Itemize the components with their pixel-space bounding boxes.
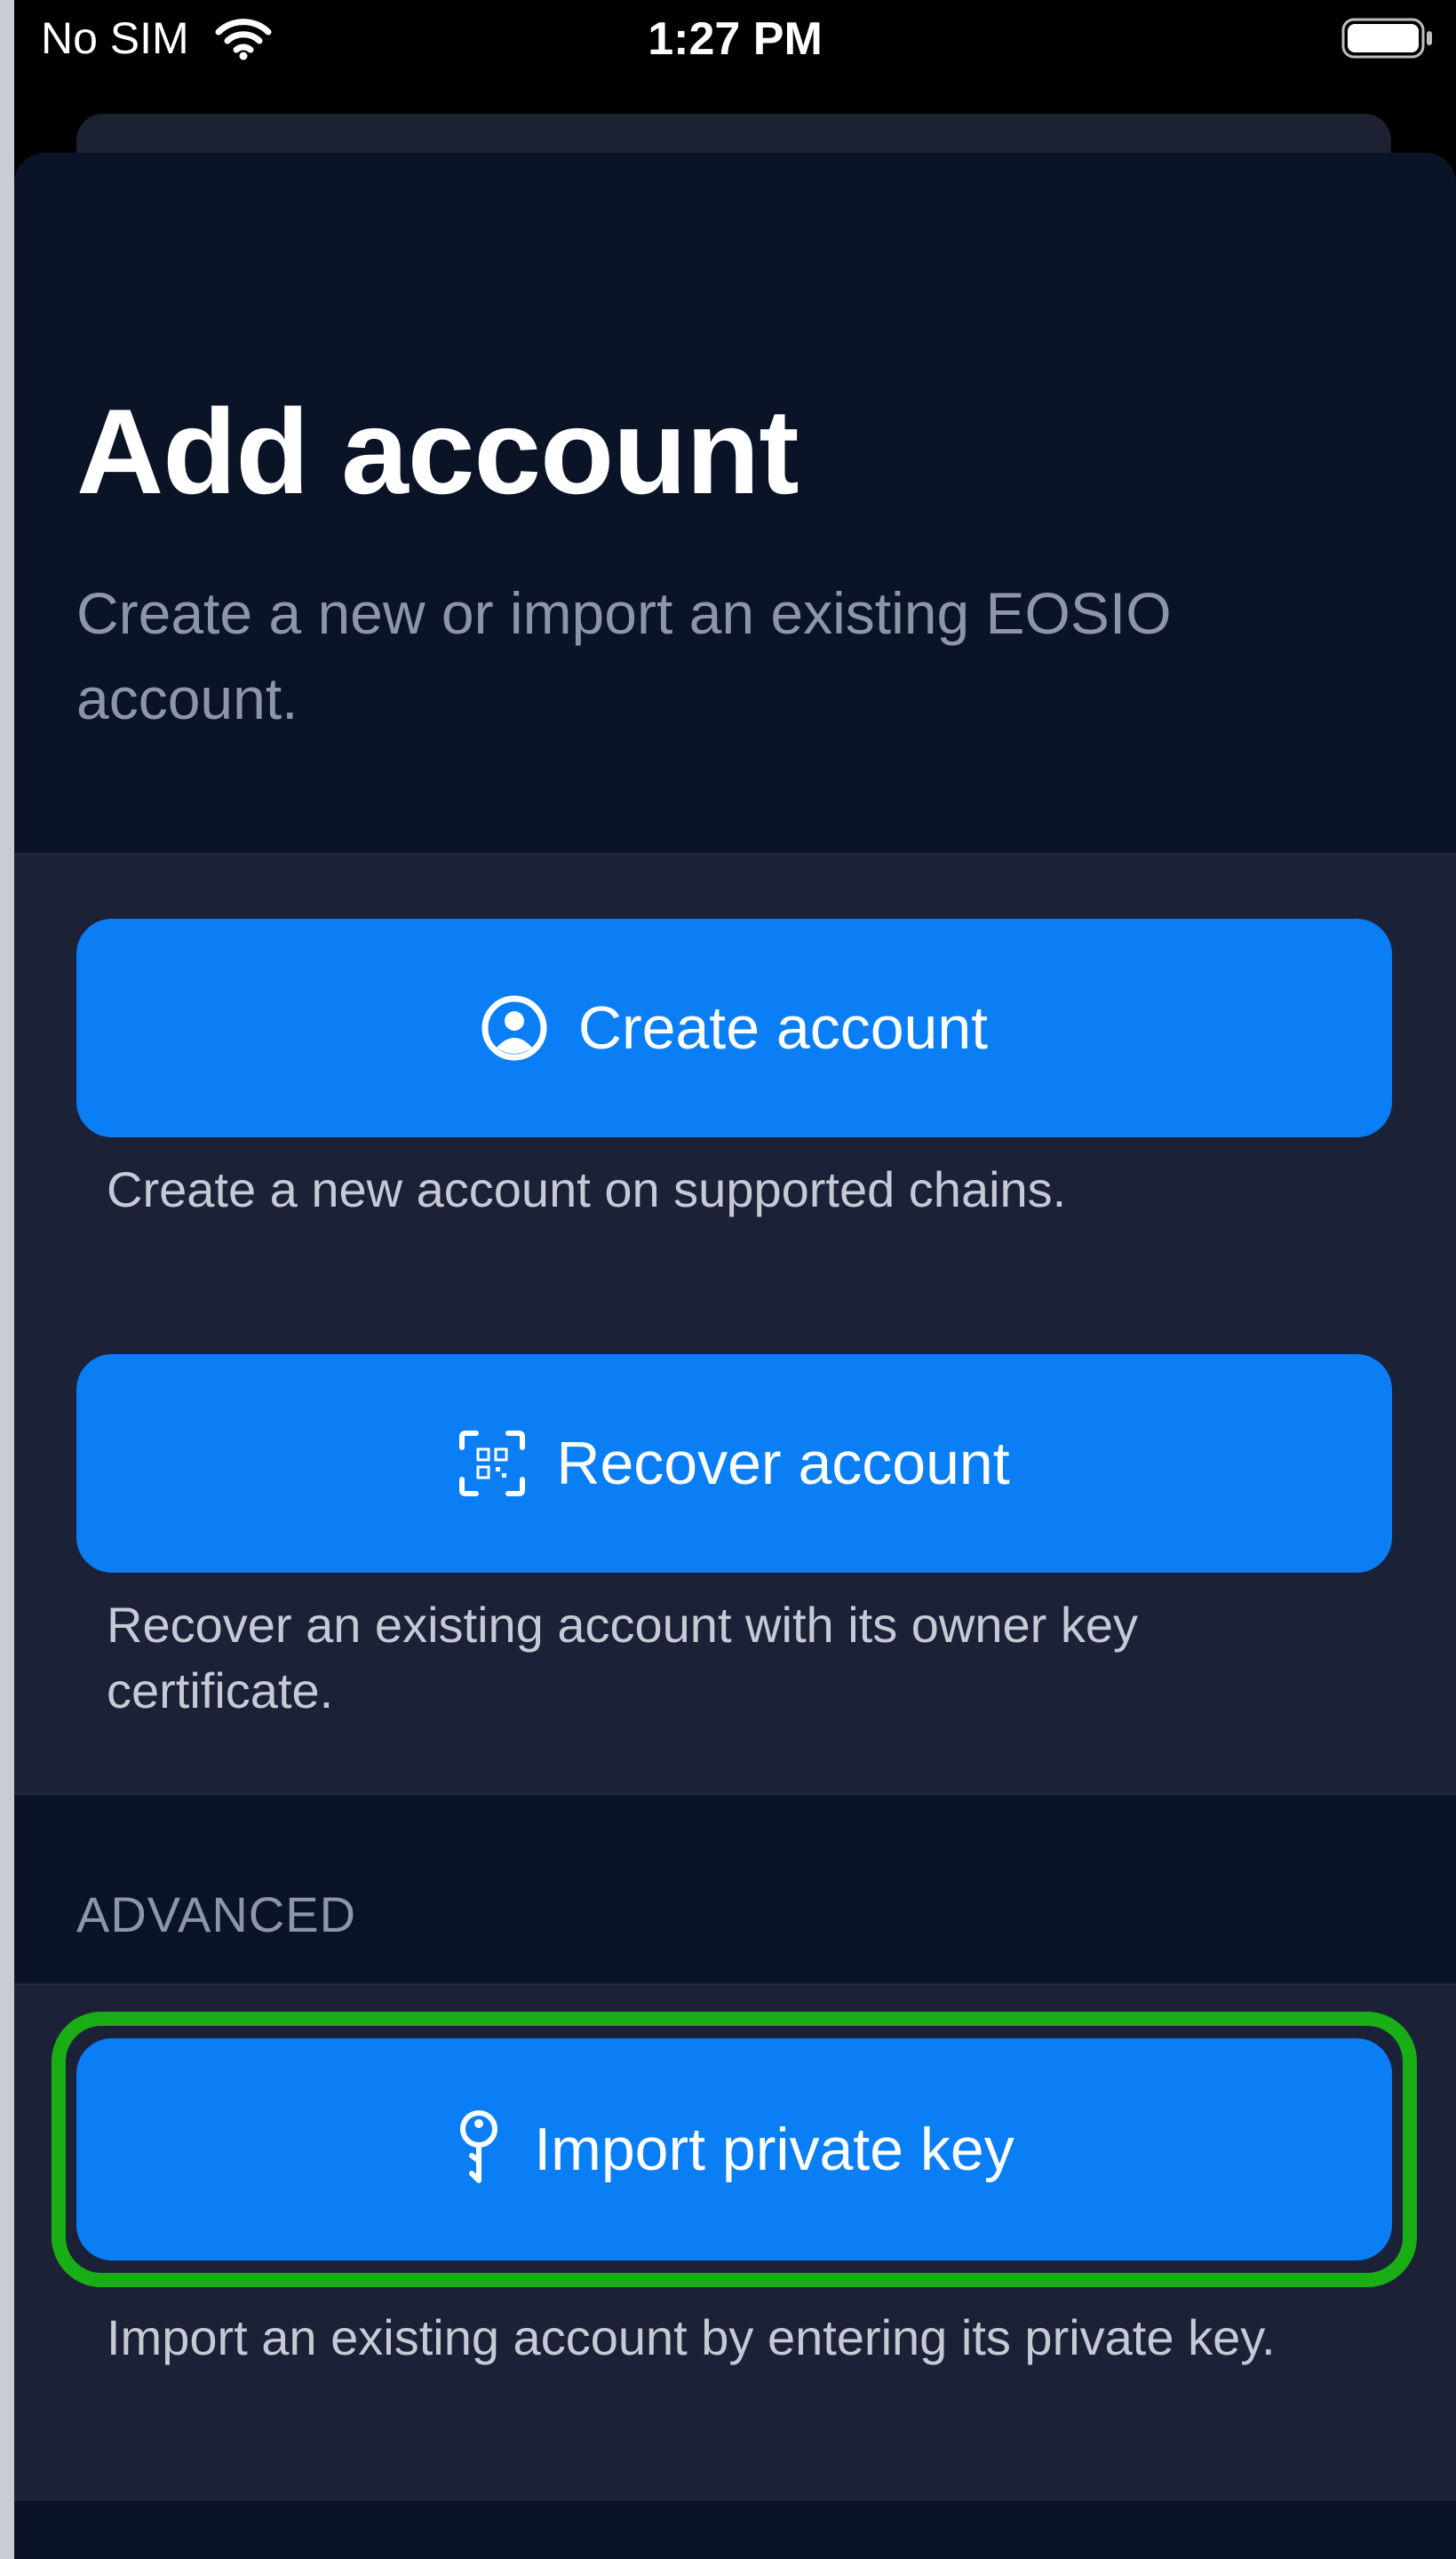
import-private-key-description: Import an existing account by entering i…	[107, 2309, 1276, 2365]
page-title: Add account	[76, 384, 800, 519]
advanced-section-header: ADVANCED	[76, 1886, 357, 1942]
add-account-sheet: Add account Create a new or import an ex…	[14, 153, 1456, 2559]
person-circle-icon	[481, 994, 548, 1062]
screen-edge	[0, 0, 14, 2559]
recover-account-label: Recover account	[556, 1430, 1010, 1497]
create-account-label: Create account	[577, 994, 989, 1062]
page-subtitle: Create a new or import an existing EOSIO…	[76, 580, 1172, 731]
primary-actions-section: Create account Create a new account on s…	[14, 853, 1456, 1795]
recover-account-description: Recover an existing account with its own…	[107, 1597, 1138, 1718]
import-private-key-button[interactable]: Import private key	[76, 2038, 1392, 2260]
key-icon	[454, 2109, 504, 2189]
create-account-button[interactable]: Create account	[76, 919, 1392, 1137]
battery-icon	[1341, 18, 1436, 63]
app-screen: No SIM 1:27 PM Add account Create a new …	[0, 0, 1456, 2559]
recover-account-button[interactable]: Recover account	[76, 1354, 1392, 1573]
qr-scan-icon	[458, 1430, 526, 1497]
create-account-description: Create a new account on supported chains…	[107, 1161, 1067, 1217]
import-private-key-label: Import private key	[534, 2116, 1014, 2183]
clock: 1:27 PM	[648, 13, 823, 65]
status-bar: No SIM 1:27 PM	[14, 0, 1456, 116]
advanced-actions-section: Import private key Import an existing ac…	[14, 1983, 1456, 2500]
